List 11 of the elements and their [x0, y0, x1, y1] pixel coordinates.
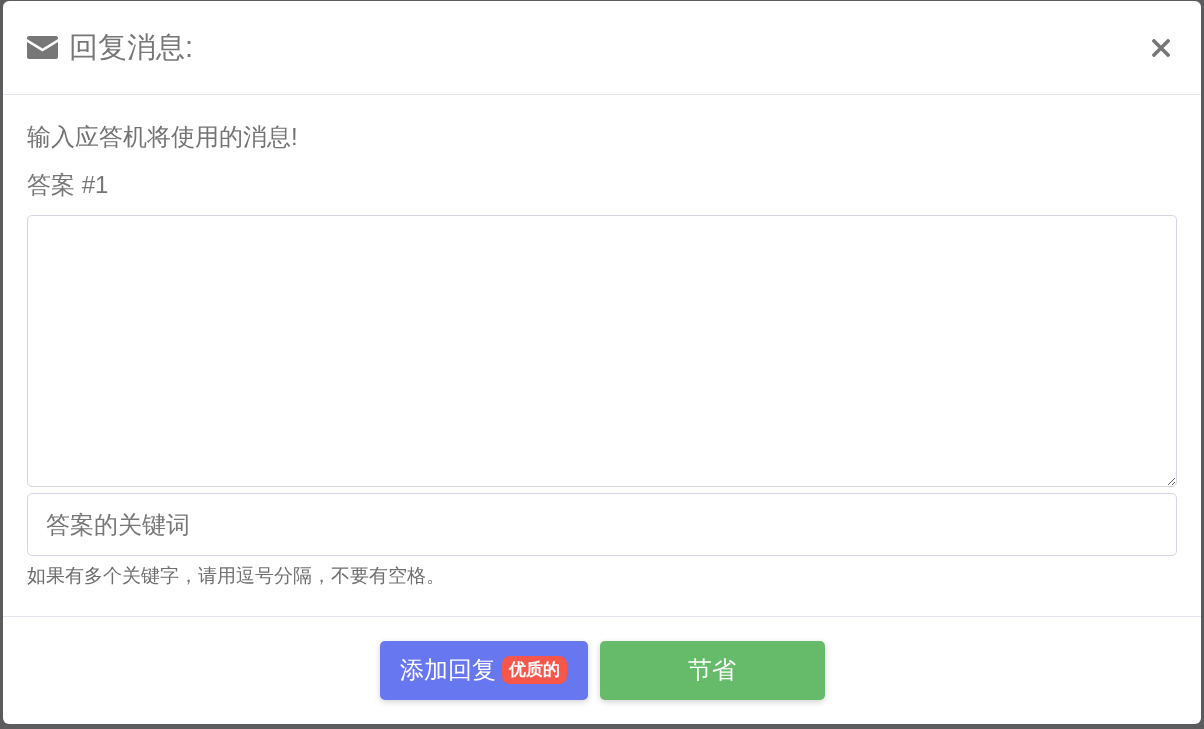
envelope-icon [27, 36, 58, 59]
close-icon [1152, 38, 1170, 57]
dialog-title: 回复消息: [69, 33, 194, 62]
intro-text: 输入应答机将使用的消息! [27, 122, 298, 152]
answer-field[interactable] [27, 215, 1177, 487]
keywords-field[interactable]: 答案的关键词 [27, 493, 1177, 556]
add-reply-button[interactable]: 添加回复 优质的 [379, 640, 588, 700]
premium-badge: 优质的 [502, 656, 567, 684]
answer-label: 答案 #1 [27, 170, 109, 200]
save-button[interactable]: 节省 [599, 640, 825, 700]
hint-text: 如果有多个关键字，请用逗号分隔，不要有空格。 [27, 564, 445, 588]
